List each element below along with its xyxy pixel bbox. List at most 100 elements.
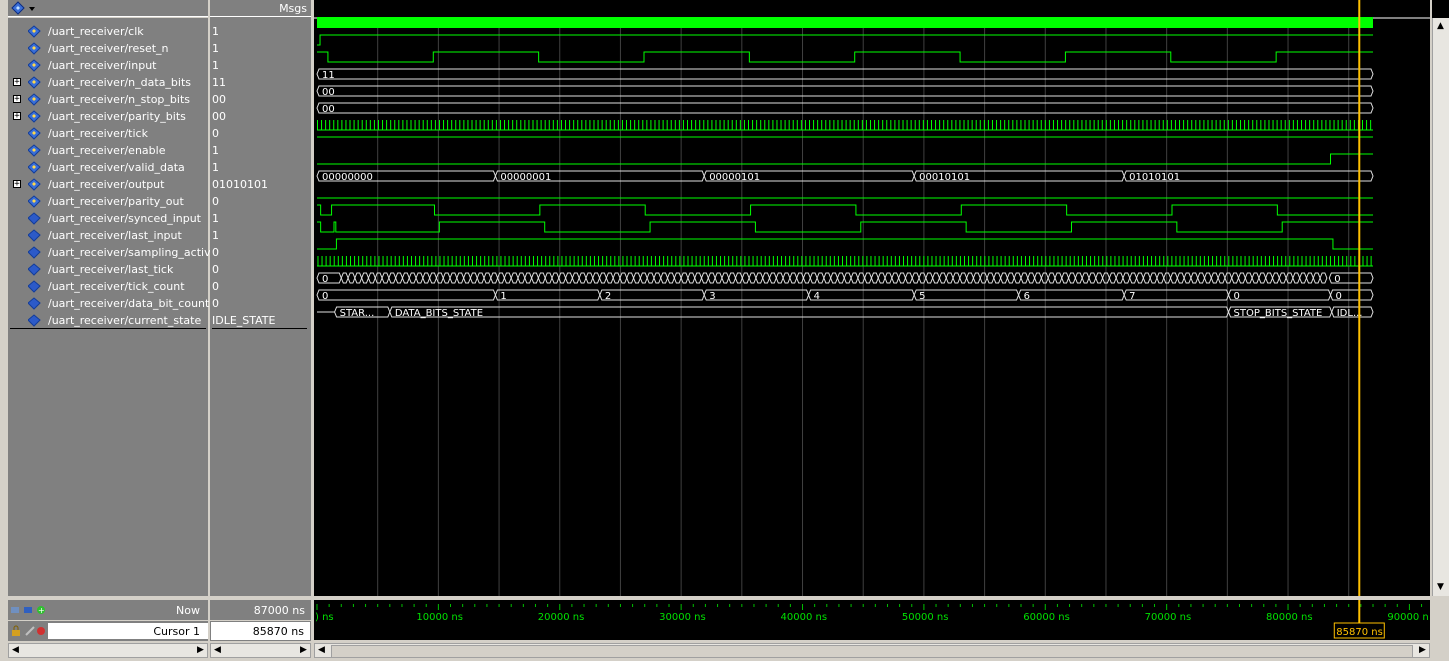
signal-name: /uart_receiver/last_input	[48, 229, 182, 242]
tick-count-wave	[653, 272, 662, 284]
names-hscrollbar[interactable]: ◀ ▶	[8, 643, 208, 658]
ruler-label: 40000 ns	[781, 612, 828, 623]
signal-row[interactable]: /uart_receiver/reset_n	[8, 40, 208, 57]
tick-count-wave	[1265, 272, 1274, 284]
wave-hscrollbar[interactable]: ◀ ▶	[314, 643, 1430, 658]
signal-value: 1	[212, 161, 219, 174]
signal-row[interactable]: + /uart_receiver/output	[8, 176, 208, 193]
signal-row[interactable]: + /uart_receiver/parity_bits	[8, 108, 208, 125]
tick-count-wave	[823, 272, 832, 284]
signal-row[interactable]: /uart_receiver/enable	[8, 142, 208, 159]
tick-count-wave	[898, 272, 906, 284]
sampling-active-wave	[317, 238, 1373, 250]
waveform-pane[interactable]: 11 00 00 00000000 00000001 00000101 00010101 01…	[314, 0, 1430, 596]
add-icons[interactable]: +	[10, 604, 50, 619]
signal-row[interactable]: + /uart_receiver/n_stop_bits	[8, 91, 208, 108]
tick-count-wave	[802, 272, 811, 284]
signal-row[interactable]: /uart_receiver/last_tick	[8, 261, 208, 278]
cursor-name-field[interactable]: Cursor 1	[48, 623, 208, 639]
tick-count-wave	[592, 272, 601, 284]
signal-row[interactable]: /uart_receiver/data_bit_count	[8, 295, 209, 312]
signal-row[interactable]: /uart_receiver/tick_count	[8, 278, 208, 295]
tick-count-wave	[680, 272, 689, 284]
values-hscrollbar[interactable]: ◀ ▶	[210, 643, 311, 658]
tick-count-wave	[870, 272, 879, 284]
data-bit-count-wave-label: 3	[709, 291, 715, 302]
signal-value: 0	[212, 127, 219, 140]
expand-icon[interactable]: +	[13, 112, 21, 121]
tick-count-wave	[775, 272, 784, 284]
clk-wave	[317, 17, 1373, 28]
tick-count-wave	[1061, 272, 1070, 284]
vertical-scrollbar[interactable]: ▲ ▼	[1432, 18, 1449, 596]
data-bit-count-wave-label: 7	[1129, 291, 1135, 302]
expand-icon[interactable]: +	[13, 95, 21, 104]
cursor-label: Cursor 1	[153, 625, 200, 638]
ruler-start-label: ) ns	[315, 612, 334, 623]
time-ruler[interactable]: ) ns 10000 ns 20000 ns 30000 ns 40000 ns 5000…	[314, 600, 1430, 640]
now-label: Now	[176, 604, 200, 617]
names-scroll-right-icon[interactable]: ▶	[194, 644, 207, 657]
tick-count-wave	[1020, 272, 1029, 284]
tick-count-wave	[673, 272, 682, 284]
cursor-value-cell[interactable]: 85870 ns	[210, 621, 311, 641]
tick-count-wave	[646, 272, 655, 284]
tick-count-wave	[585, 272, 594, 284]
signal-name: /uart_receiver/sampling_active	[48, 246, 218, 259]
signal-row[interactable]: /uart_receiver/current_state	[8, 312, 208, 329]
wave-toolbar	[8, 0, 208, 17]
signal-value: 0	[212, 263, 219, 276]
tick-count-wave	[340, 272, 349, 284]
waveform-canvas[interactable]: 11000000000000 00000001 00000101 00010101 01…	[314, 0, 1430, 596]
signal-row[interactable]: /uart_receiver/parity_out	[8, 193, 208, 210]
ruler-label: 60000 ns	[1023, 612, 1070, 623]
scroll-down-icon[interactable]: ▼	[1434, 581, 1447, 594]
tick-count-wave	[755, 272, 764, 284]
time-ruler-canvas[interactable]: ) ns 10000 ns 20000 ns 30000 ns 40000 ns 5000…	[314, 600, 1430, 640]
signal-row[interactable]: + /uart_receiver/n_data_bits	[8, 74, 208, 91]
expand-icon[interactable]: +	[13, 78, 21, 87]
tick-wave	[316, 120, 1373, 131]
reset-n-wave	[317, 34, 1373, 46]
scroll-up-icon[interactable]: ▲	[1434, 20, 1447, 33]
top-right-corner	[1432, 0, 1449, 18]
tick-count-wave	[449, 272, 458, 284]
wave-scroll-left-icon[interactable]: ◀	[315, 644, 328, 657]
last-tick-wave	[317, 256, 1373, 267]
output-wave-label: 01010101	[1129, 172, 1180, 183]
signal-row[interactable]: /uart_receiver/synced_input	[8, 210, 208, 227]
tick-count-wave	[367, 272, 376, 284]
names-scroll-left-icon[interactable]: ◀	[9, 644, 22, 657]
tick-count-wave	[354, 272, 363, 284]
tick-count-wave	[864, 272, 872, 284]
values-scroll-left-icon[interactable]: ◀	[211, 644, 224, 657]
tick-count-wave-label: 0	[1334, 274, 1340, 285]
expand-icon[interactable]: +	[13, 180, 21, 189]
wave-menu-icon[interactable]	[10, 1, 36, 15]
signal-row[interactable]: /uart_receiver/sampling_active	[8, 244, 217, 261]
signal-row[interactable]: /uart_receiver/clk	[8, 23, 208, 40]
values-scroll-right-icon[interactable]: ▶	[297, 644, 310, 657]
ruler-label: 70000 ns	[1145, 612, 1192, 623]
tick-count-wave	[1013, 272, 1022, 284]
tick-count-wave	[1244, 272, 1253, 284]
tick-count-wave	[401, 272, 410, 284]
signal-row[interactable]: /uart_receiver/last_input	[8, 227, 208, 244]
signal-row[interactable]: /uart_receiver/tick	[8, 125, 208, 142]
bit-signal-icon	[27, 59, 41, 72]
data-bit-count-wave	[494, 289, 601, 301]
tick-count-wave	[1054, 272, 1063, 284]
wave-scroll-right-icon[interactable]: ▶	[1416, 644, 1429, 657]
tick-count-wave	[1217, 272, 1226, 284]
tick-count-wave	[1299, 272, 1308, 284]
signal-row[interactable]: /uart_receiver/input	[8, 57, 208, 74]
tick-count-wave	[510, 272, 519, 284]
tick-count-wave	[1149, 272, 1158, 284]
data-bit-count-wave	[316, 289, 496, 301]
wave-scroll-thumb[interactable]	[331, 645, 1413, 658]
tick-count-wave	[1305, 272, 1314, 284]
tick-count-wave	[395, 272, 403, 284]
signal-row[interactable]: /uart_receiver/valid_data	[8, 159, 208, 176]
internal-signal-icon	[27, 212, 41, 225]
lock-icon[interactable]	[10, 625, 50, 640]
